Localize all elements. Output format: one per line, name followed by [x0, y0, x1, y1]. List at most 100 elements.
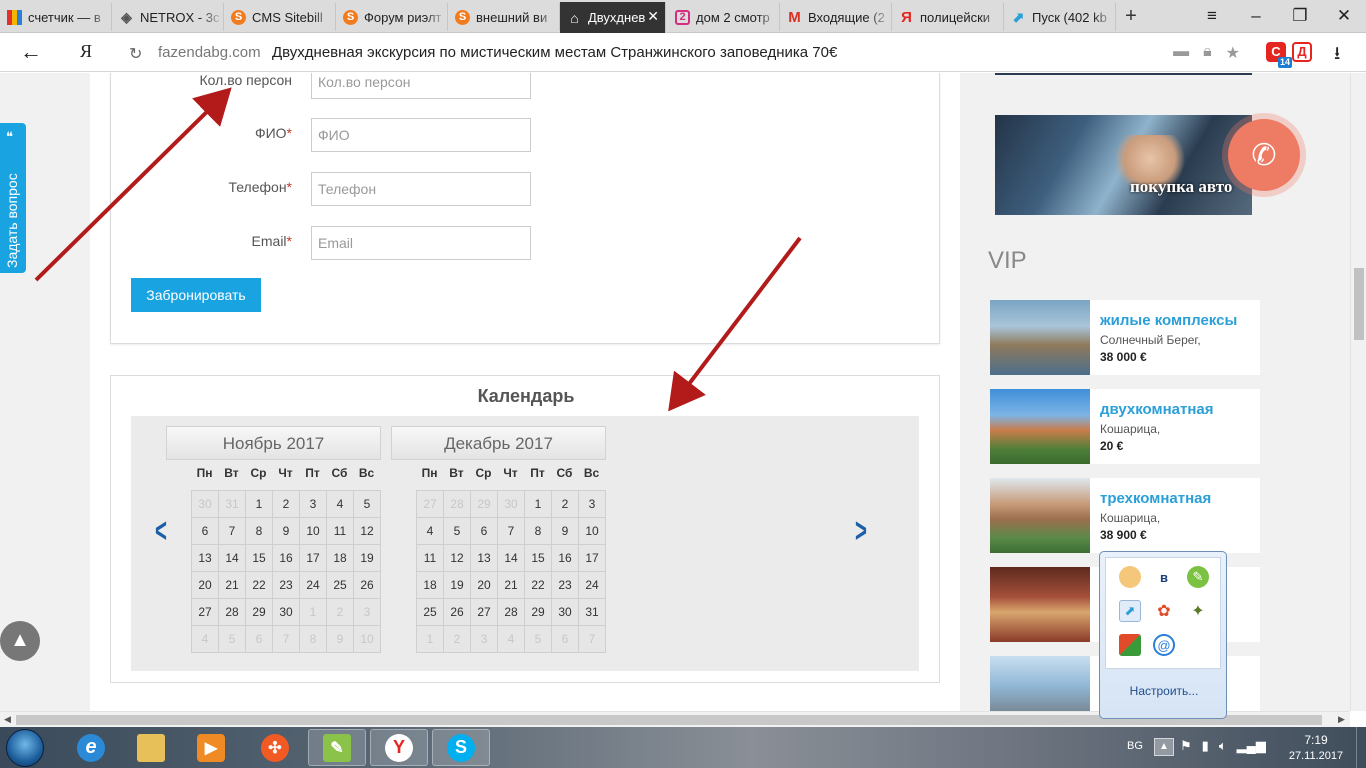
- calendar-day-other-month[interactable]: 6: [246, 626, 273, 653]
- tab-schetchik[interactable]: счетчик — в: [0, 3, 112, 31]
- calendar-day-other-month[interactable]: 4: [192, 626, 219, 653]
- minimize-button[interactable]: –: [1234, 4, 1278, 28]
- evernote-icon[interactable]: ✎: [1187, 566, 1209, 588]
- extension-d-icon[interactable]: Д: [1292, 42, 1312, 62]
- ask-question-tab[interactable]: ❝ Задать вопрос: [0, 123, 26, 273]
- extension-c-icon[interactable]: C 14: [1266, 42, 1292, 68]
- language-indicator[interactable]: BG: [1127, 740, 1143, 752]
- calendar-day-other-month[interactable]: 30: [498, 491, 525, 518]
- calendar-day[interactable]: 12: [444, 545, 471, 572]
- calendar-day-other-month[interactable]: 31: [219, 491, 246, 518]
- tray-app-icon[interactable]: [1119, 566, 1141, 588]
- calendar-day[interactable]: 1: [525, 491, 552, 518]
- calendar-day[interactable]: 3: [300, 491, 327, 518]
- calendar-day[interactable]: 23: [273, 572, 300, 599]
- flower-icon[interactable]: ✿: [1153, 600, 1175, 622]
- calendar-day[interactable]: 25: [327, 572, 354, 599]
- calendar-day-other-month[interactable]: 28: [444, 491, 471, 518]
- vertical-scroll-thumb[interactable]: [1354, 268, 1364, 340]
- bluetooth-icon[interactable]: ʙ: [1153, 566, 1175, 588]
- calendar-day[interactable]: 6: [192, 518, 219, 545]
- tab-pusk[interactable]: ⬈ Пуск (402 kb: [1004, 3, 1116, 31]
- calendar-day[interactable]: 21: [498, 572, 525, 599]
- kb-tray-icon[interactable]: ⬈: [1119, 600, 1141, 622]
- tab-forum[interactable]: S Форум риэлт: [336, 3, 448, 31]
- vip-item[interactable]: двухкомнатная Кошарица, 20 €: [990, 389, 1260, 464]
- calendar-day[interactable]: 17: [579, 545, 606, 572]
- calendar-day-other-month[interactable]: 4: [498, 626, 525, 653]
- calendar-day[interactable]: 20: [192, 572, 219, 599]
- calendar-day[interactable]: 29: [525, 599, 552, 626]
- calendar-day[interactable]: 17: [300, 545, 327, 572]
- tab-gmail[interactable]: M Входящие (2: [780, 3, 892, 31]
- calendar-day[interactable]: 18: [417, 572, 444, 599]
- start-button[interactable]: [6, 729, 44, 767]
- calendar-day[interactable]: 26: [354, 572, 381, 599]
- calendar-day[interactable]: 30: [552, 599, 579, 626]
- comment-icon[interactable]: ▬: [1173, 43, 1189, 63]
- calendar-day-other-month[interactable]: 1: [417, 626, 444, 653]
- scroll-right-icon[interactable]: ▶: [1338, 714, 1345, 725]
- calendar-day-other-month[interactable]: 3: [471, 626, 498, 653]
- calendar-day[interactable]: 8: [525, 518, 552, 545]
- calendar-day[interactable]: 15: [525, 545, 552, 572]
- next-month-icon[interactable]: >: [855, 514, 867, 548]
- internet-explorer-icon[interactable]: e: [62, 729, 120, 766]
- calendar-day[interactable]: 9: [552, 518, 579, 545]
- clock[interactable]: 7:19 27.11.2017: [1281, 732, 1351, 764]
- calendar-day[interactable]: 10: [300, 518, 327, 545]
- calendar-day[interactable]: 20: [471, 572, 498, 599]
- back-button[interactable]: ←: [18, 40, 44, 66]
- calendar-day[interactable]: 11: [327, 518, 354, 545]
- volume-icon[interactable]: 🔈︎: [1219, 738, 1227, 754]
- calendar-day-other-month[interactable]: 6: [552, 626, 579, 653]
- calendar-day[interactable]: 25: [417, 599, 444, 626]
- tab-active-excursion[interactable]: ⌂ Двухднев ✕: [560, 2, 666, 33]
- calendar-day[interactable]: 11: [417, 545, 444, 572]
- calendar-day[interactable]: 27: [192, 599, 219, 626]
- fio-input[interactable]: [311, 118, 531, 152]
- calendar-day-other-month[interactable]: 5: [525, 626, 552, 653]
- calendar-day[interactable]: 19: [444, 572, 471, 599]
- calendar-day[interactable]: 26: [444, 599, 471, 626]
- vip-photo[interactable]: [990, 300, 1090, 375]
- calendar-day[interactable]: 12: [354, 518, 381, 545]
- close-window-button[interactable]: ✕: [1322, 4, 1366, 28]
- calendar-day[interactable]: 24: [579, 572, 606, 599]
- calendar-day[interactable]: 8: [246, 518, 273, 545]
- calendar-day[interactable]: 16: [552, 545, 579, 572]
- tab-cms-sitebill[interactable]: S CMS Sitebill: [224, 3, 336, 31]
- calendar-day-other-month[interactable]: 3: [354, 599, 381, 626]
- vip-photo[interactable]: [990, 389, 1090, 464]
- calendar-day-other-month[interactable]: 27: [417, 491, 444, 518]
- banner-image[interactable]: [995, 73, 1252, 75]
- calendar-day[interactable]: 7: [498, 518, 525, 545]
- calendar-day[interactable]: 15: [246, 545, 273, 572]
- lock-icon[interactable]: 🔒︎: [1203, 43, 1212, 63]
- calendar-day-other-month[interactable]: 7: [579, 626, 606, 653]
- phone-input[interactable]: [311, 172, 531, 206]
- vip-item[interactable]: трехкомнатная Кошарица, 38 900 €: [990, 478, 1260, 553]
- calendar-day[interactable]: 14: [219, 545, 246, 572]
- calendar-day[interactable]: 1: [246, 491, 273, 518]
- calendar-day[interactable]: 24: [300, 572, 327, 599]
- flag-icon[interactable]: ⚑: [1180, 738, 1192, 754]
- calendar-day[interactable]: 7: [219, 518, 246, 545]
- skype-icon[interactable]: S: [432, 729, 490, 766]
- network-signal-icon[interactable]: ▂▄▆: [1237, 738, 1266, 754]
- new-tab-button[interactable]: +: [1120, 4, 1142, 28]
- calendar-day-other-month[interactable]: 5: [219, 626, 246, 653]
- vip-photo[interactable]: [990, 478, 1090, 553]
- phone-call-icon[interactable]: ✆: [1228, 119, 1300, 191]
- vip-item[interactable]: жилые комплексы Солнечный Берег, 38 000 …: [990, 300, 1260, 375]
- yandex-browser-icon[interactable]: Y: [370, 729, 428, 766]
- calendar-day[interactable]: 6: [471, 518, 498, 545]
- calendar-day[interactable]: 13: [471, 545, 498, 572]
- calendar-day-other-month[interactable]: 9: [327, 626, 354, 653]
- battery-icon[interactable]: ▮: [1202, 738, 1209, 754]
- maximize-button[interactable]: ❐: [1278, 4, 1322, 28]
- calendar-day-other-month[interactable]: 30: [192, 491, 219, 518]
- notepad-plus-icon[interactable]: ✎: [308, 729, 366, 766]
- calendar-day[interactable]: 2: [273, 491, 300, 518]
- calendar-day[interactable]: 10: [579, 518, 606, 545]
